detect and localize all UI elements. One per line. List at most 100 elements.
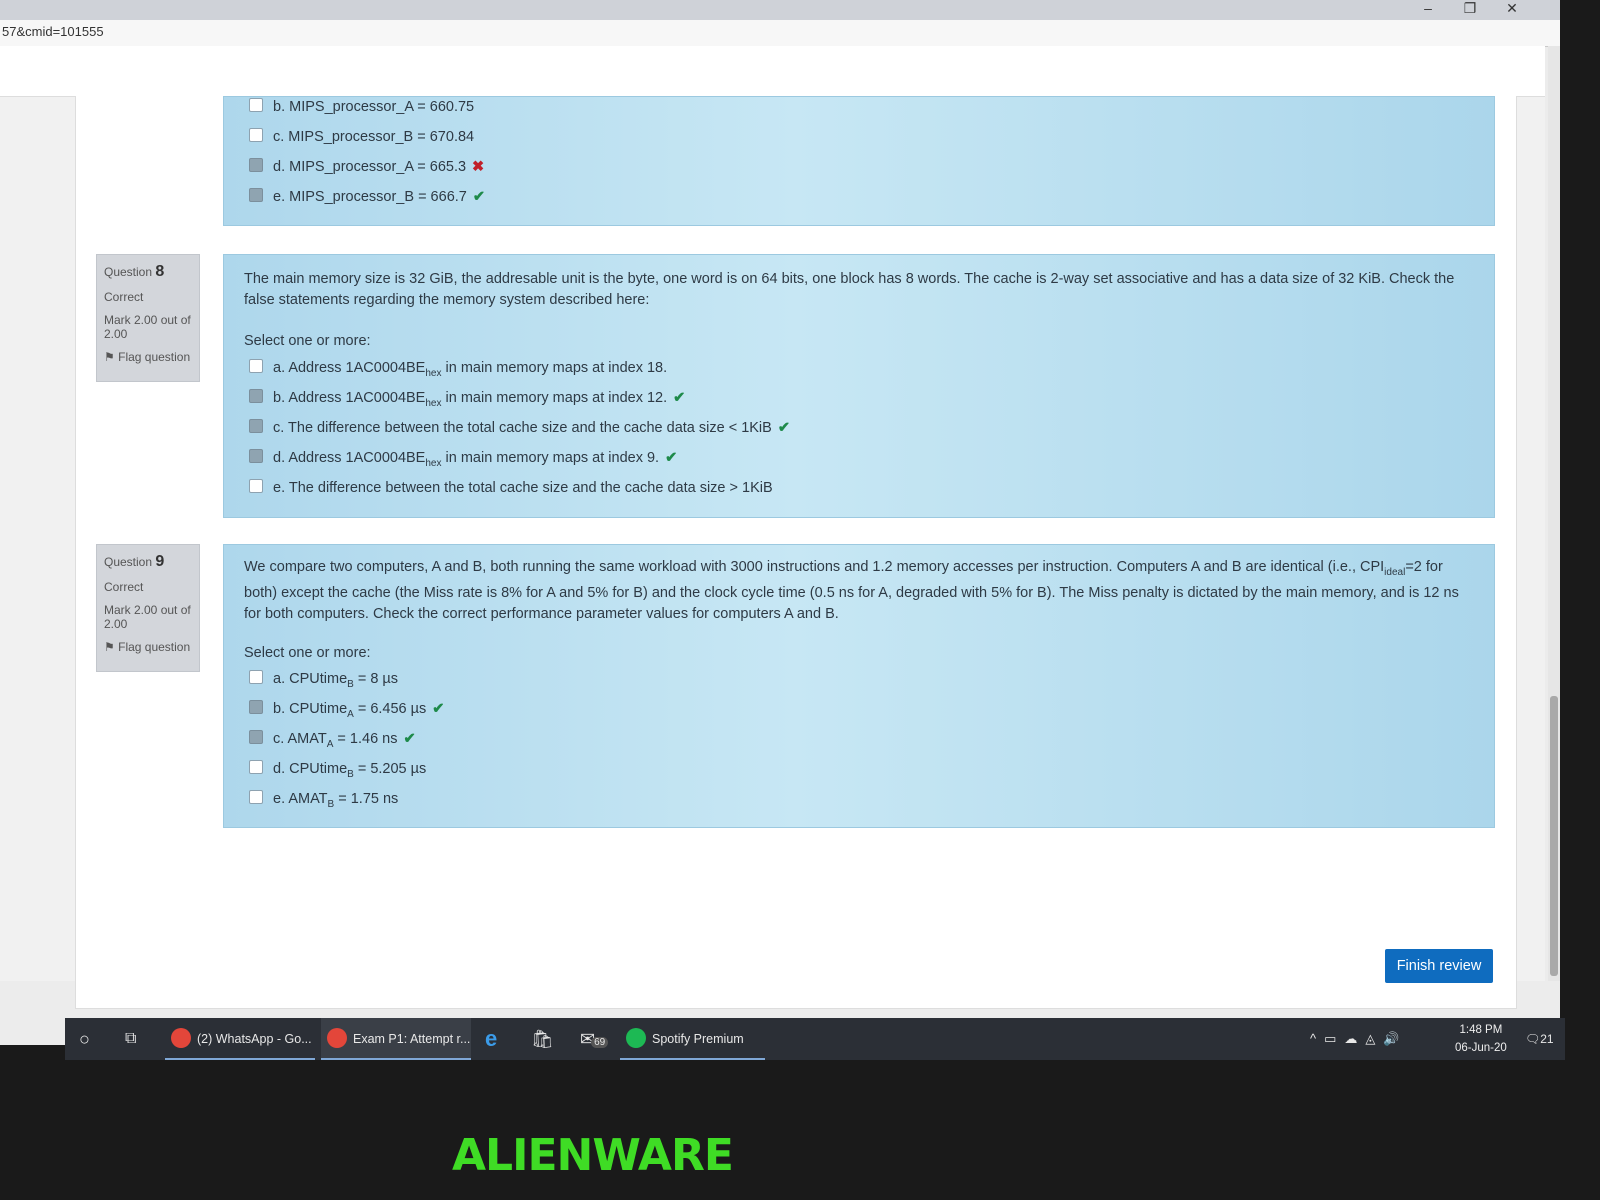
question-9-info: Question 9 Correct Mark 2.00 out of 2.00… (96, 544, 200, 672)
q8-option-a[interactable]: a. Address 1AC0004BEhex in main memory m… (249, 358, 668, 379)
restore-button[interactable]: ❐ (1450, 0, 1490, 18)
question-9-text: We compare two computers, A and B, both … (244, 557, 1474, 625)
quiz-review-content: b. MIPS_processor_A = 660.75 c. MIPS_pro… (75, 96, 1517, 1009)
option-label-rest: in main memory maps at index 12. (441, 390, 668, 406)
subscript: ideal (1384, 566, 1406, 578)
checkbox-icon[interactable] (249, 670, 263, 684)
question-mark: Mark 2.00 out of 2.00 (104, 603, 191, 631)
q7-option-d[interactable]: d. MIPS_processor_A = 665.3 ✖ (249, 157, 484, 177)
task-view-icon[interactable]: ⧉ (125, 1018, 136, 1060)
minimize-button[interactable]: – (1408, 0, 1448, 18)
checkbox-checked-icon[interactable] (249, 158, 263, 172)
edge-icon[interactable]: e (485, 1018, 497, 1060)
q9-option-e[interactable]: e. AMATB = 1.75 ns (249, 789, 399, 810)
flag-question-link[interactable]: ⚑ Flag question (104, 640, 192, 654)
screen: – ❐ ✕ 57&cmid=101555 b. MIPS_processor_A… (0, 0, 1560, 1045)
option-label: e. AMAT (273, 791, 328, 807)
notification-center-icon[interactable]: 🗨21 (1525, 1018, 1554, 1060)
q9-option-d[interactable]: d. CPUtimeB = 5.205 µs (249, 759, 426, 780)
q7-option-e[interactable]: e. MIPS_processor_B = 666.7 ✔ (249, 187, 485, 207)
select-prompt: Select one or more: (244, 333, 371, 349)
option-label: c. AMAT (273, 731, 327, 747)
question-label: Question (104, 265, 153, 279)
checkbox-checked-icon[interactable] (249, 700, 263, 714)
chrome-icon (171, 1028, 191, 1048)
taskbar-label: (2) WhatsApp - Go... (197, 1032, 312, 1046)
chrome-icon (327, 1028, 347, 1048)
q7-option-c[interactable]: c. MIPS_processor_B = 670.84 (249, 127, 474, 147)
option-label: d. Address 1AC0004BE (273, 450, 426, 466)
close-button[interactable]: ✕ (1492, 0, 1532, 18)
mail-badge: 69 (591, 1037, 609, 1048)
address-bar[interactable]: 57&cmid=101555 (0, 20, 1560, 47)
alienware-logo: ALIENWARE (452, 1130, 734, 1181)
taskbar-spotify[interactable]: Spotify Premium (620, 1018, 765, 1060)
q9-option-c[interactable]: c. AMATA = 1.46 ns ✔ (249, 729, 416, 750)
option-label: c. MIPS_processor_B = 670.84 (273, 129, 475, 145)
url-text: 57&cmid=101555 (2, 24, 104, 39)
checkbox-icon[interactable] (249, 760, 263, 774)
browser-titlebar: – ❐ ✕ (0, 0, 1560, 20)
correct-tick-icon: ✔ (472, 189, 486, 205)
option-label: b. MIPS_processor_A = 660.75 (273, 99, 475, 115)
option-label-rest: in main memory maps at index 9. (441, 450, 660, 466)
option-label: a. Address 1AC0004BE (273, 360, 426, 376)
scrollbar-thumb[interactable] (1550, 696, 1558, 976)
question-status: Correct (104, 290, 144, 304)
taskbar-exam[interactable]: Exam P1: Attempt r... (321, 1018, 471, 1060)
question-number: 8 (155, 263, 165, 280)
flag-label: Flag question (118, 640, 191, 654)
taskbar: ○ ⧉ (2) WhatsApp - Go... Exam P1: Attemp… (65, 1018, 1565, 1060)
question-label: Question (104, 555, 153, 569)
checkbox-checked-icon[interactable] (249, 188, 263, 202)
option-label-rest: = 1.46 ns (333, 731, 398, 747)
flag-icon: ⚑ (104, 640, 115, 654)
checkbox-checked-icon[interactable] (249, 389, 263, 403)
flag-label: Flag question (118, 350, 191, 364)
correct-tick-icon: ✔ (432, 701, 445, 717)
checkbox-checked-icon[interactable] (249, 449, 263, 463)
checkbox-icon[interactable] (249, 479, 263, 493)
subscript: hex (425, 457, 442, 469)
system-tray-icons[interactable]: ^▭☁◬🔊 (1310, 1018, 1408, 1060)
checkbox-icon[interactable] (249, 359, 263, 373)
mail-icon[interactable]: ✉69 (580, 1018, 609, 1060)
checkbox-icon[interactable] (249, 128, 263, 142)
checkbox-checked-icon[interactable] (249, 419, 263, 433)
subscript: hex (425, 397, 442, 409)
finish-review-button[interactable]: Finish review (1385, 949, 1493, 983)
spotify-icon (626, 1028, 646, 1048)
q8-option-e[interactable]: e. The difference between the total cach… (249, 478, 773, 498)
q9-option-a[interactable]: a. CPUtimeB = 8 µs (249, 669, 398, 690)
page-scrollbar[interactable] (1548, 46, 1560, 981)
option-label-rest: = 1.75 ns (334, 791, 399, 807)
store-icon[interactable]: 🛍 (531, 1018, 554, 1060)
checkbox-icon[interactable] (249, 98, 263, 112)
option-label-rest: = 6.456 µs (353, 701, 427, 717)
option-label: b. Address 1AC0004BE (273, 390, 426, 406)
incorrect-cross-icon: ✖ (472, 159, 485, 175)
clock-time: 1:48 PM (1459, 1024, 1503, 1036)
flag-question-link[interactable]: ⚑ Flag question (104, 350, 192, 364)
checkbox-checked-icon[interactable] (249, 730, 263, 744)
option-label: d. CPUtime (273, 761, 348, 777)
flag-icon: ⚑ (104, 350, 115, 364)
q8-option-b[interactable]: b. Address 1AC0004BEhex in main memory m… (249, 388, 686, 409)
q8-option-c[interactable]: c. The difference between the total cach… (249, 418, 790, 438)
correct-tick-icon: ✔ (673, 390, 686, 406)
checkbox-icon[interactable] (249, 790, 263, 804)
option-label: d. MIPS_processor_A = 665.3 (273, 159, 467, 175)
taskbar-whatsapp[interactable]: (2) WhatsApp - Go... (165, 1018, 315, 1060)
q7-option-b[interactable]: b. MIPS_processor_A = 660.75 (249, 97, 474, 117)
option-label-rest: in main memory maps at index 18. (441, 360, 668, 376)
option-label: b. CPUtime (273, 701, 348, 717)
subscript: B (347, 678, 354, 690)
question-status: Correct (104, 580, 144, 594)
question-number: 9 (155, 553, 165, 570)
page: b. MIPS_processor_A = 660.75 c. MIPS_pro… (0, 46, 1545, 1009)
system-clock[interactable]: 1:48 PM 06-Jun-20 (1455, 1021, 1507, 1057)
q8-option-d[interactable]: d. Address 1AC0004BEhex in main memory m… (249, 448, 677, 469)
q9-option-b[interactable]: b. CPUtimeA = 6.456 µs ✔ (249, 699, 445, 720)
page-header (0, 46, 1545, 97)
cortana-search-icon[interactable]: ○ (79, 1018, 90, 1060)
